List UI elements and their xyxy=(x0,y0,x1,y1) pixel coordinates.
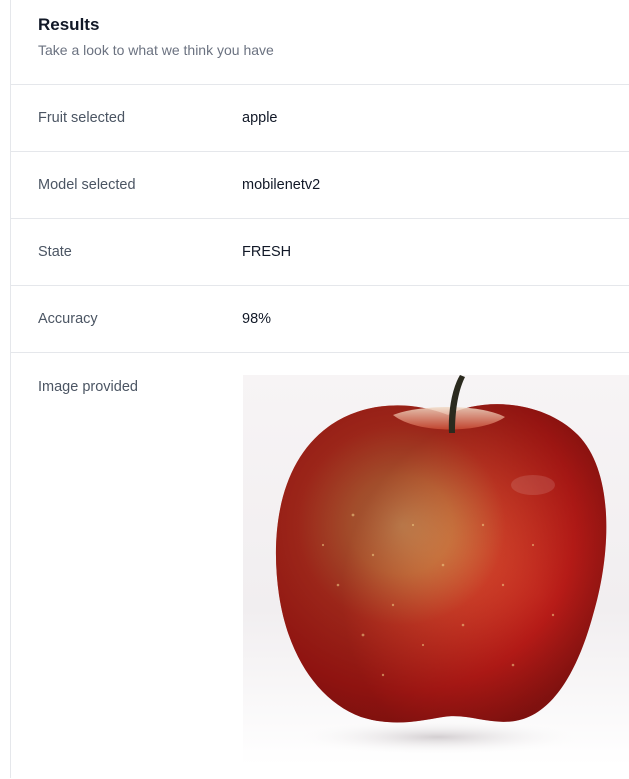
state-label: State xyxy=(38,244,72,260)
results-card: Results Take a look to what we think you… xyxy=(10,0,629,778)
image-provided-label: Image provided xyxy=(38,379,138,395)
results-subtitle: Take a look to what we think you have xyxy=(38,42,274,58)
row-image-provided: Image provided xyxy=(11,353,629,779)
accuracy-label: Accuracy xyxy=(38,311,98,327)
accuracy-value: 98% xyxy=(242,311,272,327)
provided-apple-image xyxy=(243,375,629,765)
row-model-selected: Model selected mobilenetv2 xyxy=(11,152,629,219)
row-fruit-selected: Fruit selected apple xyxy=(11,85,629,152)
apple-shadow xyxy=(288,719,588,755)
results-header: Results Take a look to what we think you… xyxy=(11,0,629,85)
model-selected-label: Model selected xyxy=(38,177,136,193)
row-state: State FRESH xyxy=(11,219,629,286)
results-title: Results xyxy=(38,15,100,34)
state-value: FRESH xyxy=(242,244,292,260)
apple-illustration xyxy=(275,375,607,755)
model-selected-value: mobilenetv2 xyxy=(242,177,321,193)
apple-gloss xyxy=(511,475,555,495)
apple-shade xyxy=(275,404,607,723)
fruit-selected-label: Fruit selected xyxy=(38,110,126,126)
fruit-selected-value: apple xyxy=(242,110,278,126)
row-accuracy: Accuracy 98% xyxy=(11,286,629,353)
